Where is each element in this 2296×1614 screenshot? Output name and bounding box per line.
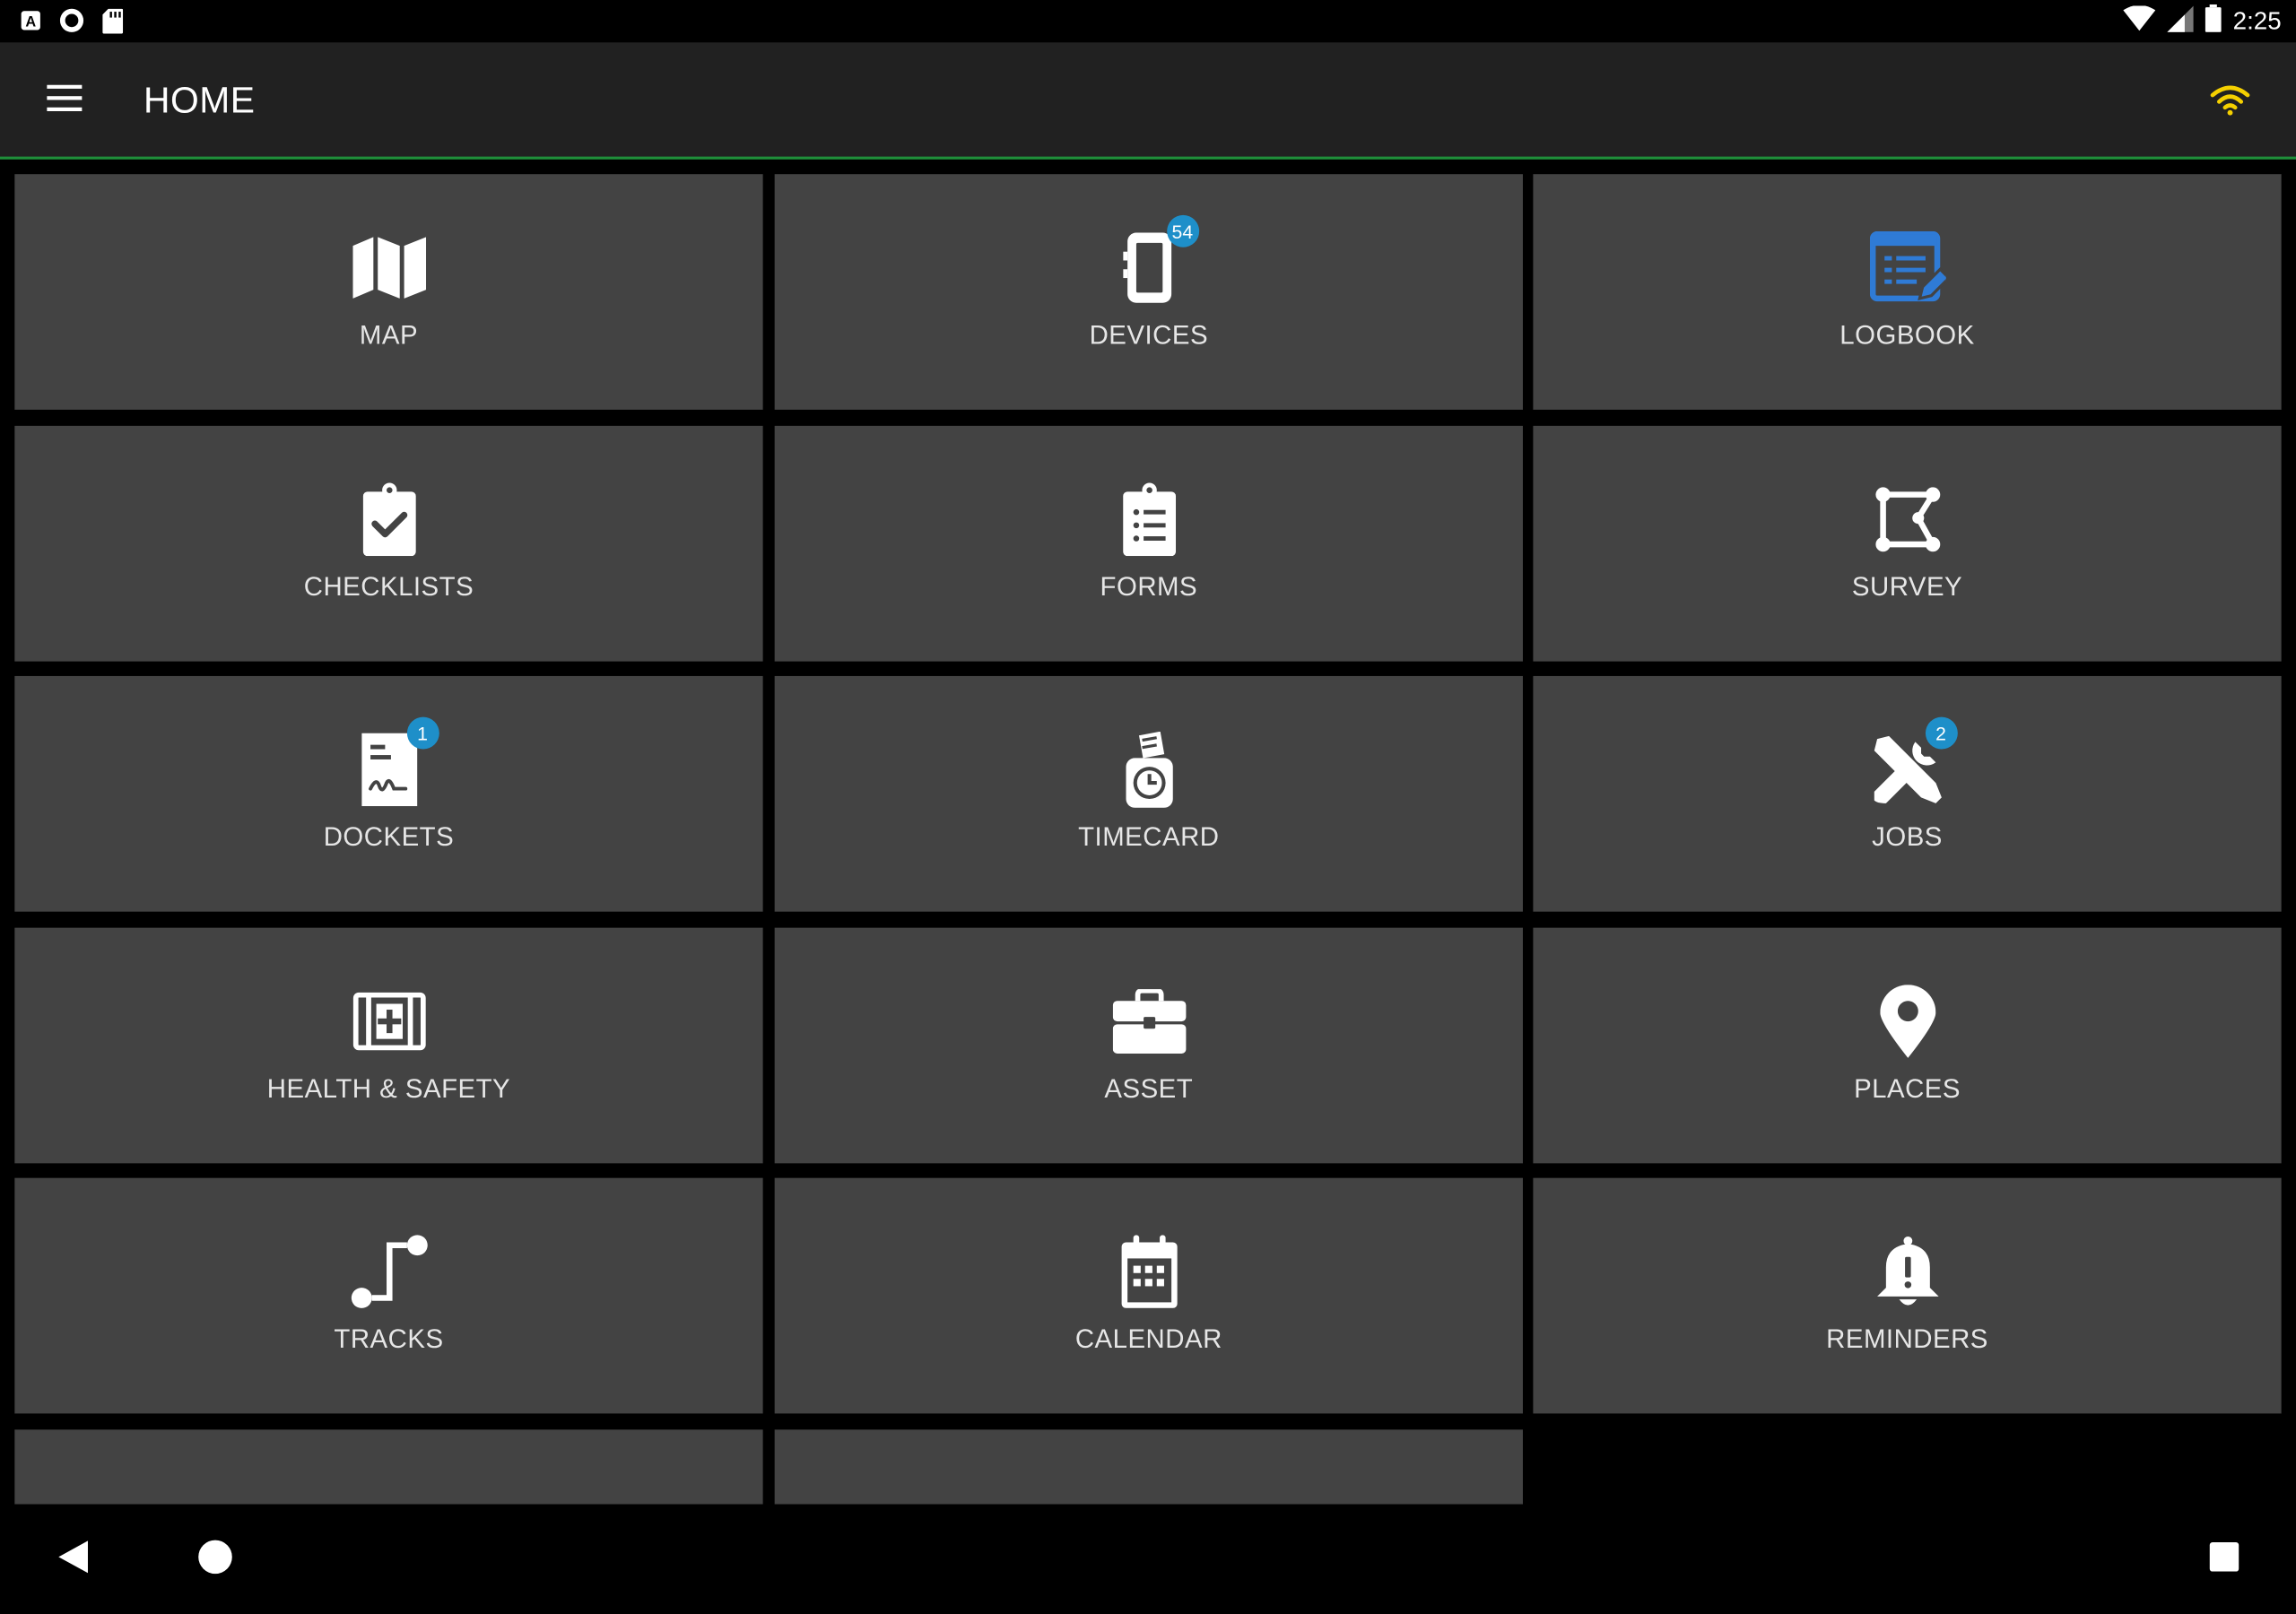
text-a-icon: A — [21, 10, 41, 38]
route-icon — [348, 1230, 430, 1312]
cell-signal-icon — [2167, 4, 2194, 39]
bell-alert-icon — [1866, 1230, 1948, 1312]
partial-icon-1 — [348, 1488, 430, 1505]
connection-status-button[interactable] — [2205, 77, 2256, 126]
tile-health-safety[interactable]: HEALTH & SAFETY — [14, 927, 763, 1164]
tile-timecard[interactable]: TIMECARD — [774, 675, 1523, 912]
tile-partial-middle[interactable] — [774, 1429, 1523, 1505]
tile-jobs[interactable]: 2 JOBS — [1533, 675, 2282, 912]
tile-label: TRACKS — [334, 1323, 444, 1354]
tile-asset[interactable]: ASSET — [774, 927, 1523, 1164]
status-time: 2:25 — [2232, 7, 2282, 36]
status-left-icons: A — [21, 7, 124, 41]
app-screen: A 2:25 HOME MAP 54 DEVICES LOGBOOK CHECK… — [0, 0, 2296, 1614]
battery-icon — [2205, 4, 2222, 39]
nav-home-button[interactable] — [192, 1537, 239, 1584]
back-triangle-icon — [57, 1539, 90, 1581]
system-nav-bar — [0, 1504, 2296, 1614]
dockets-badge: 1 — [406, 716, 439, 750]
tile-logbook[interactable]: LOGBOOK — [1533, 174, 2282, 410]
wifi-icon — [2210, 82, 2251, 122]
tile-map[interactable]: MAP — [14, 174, 763, 410]
nav-recents-button[interactable] — [2201, 1537, 2248, 1584]
nav-back-button[interactable] — [50, 1537, 97, 1584]
map-pin-icon — [1866, 980, 1948, 1062]
status-right-icons: 2:25 — [2123, 4, 2282, 39]
home-circle-icon — [197, 1539, 232, 1581]
tile-forms[interactable]: FORMS — [774, 425, 1523, 662]
tile-label: DEVICES — [1089, 320, 1209, 351]
calendar-icon — [1108, 1230, 1189, 1312]
svg-text:A: A — [25, 13, 36, 30]
devices-badge: 54 — [1166, 214, 1199, 247]
tile-checklists[interactable]: CHECKLISTS — [14, 425, 763, 662]
jobs-badge: 2 — [1925, 716, 1958, 750]
tile-places[interactable]: PLACES — [1533, 927, 2282, 1164]
app-bar: HOME — [0, 42, 2296, 160]
tile-label: SURVEY — [1851, 572, 1963, 602]
logbook-icon — [1866, 227, 1948, 308]
tile-label: LOGBOOK — [1839, 320, 1975, 351]
hamburger-menu-icon — [47, 83, 83, 118]
tile-label: CHECKLISTS — [303, 572, 474, 602]
tile-devices[interactable]: 54 DEVICES — [774, 174, 1523, 410]
tile-label: HEALTH & SAFETY — [266, 1073, 511, 1104]
docket-signature-icon: 1 — [348, 716, 439, 811]
menu-button[interactable] — [35, 72, 93, 130]
circle-record-icon — [58, 7, 84, 41]
device-icon: 54 — [1108, 214, 1199, 308]
recents-square-icon — [2209, 1541, 2239, 1578]
tile-label: TIMECARD — [1078, 822, 1220, 852]
clipboard-list-icon — [1108, 479, 1189, 560]
partial-icon-2 — [1108, 1485, 1189, 1504]
tile-label: CALENDAR — [1074, 1323, 1222, 1354]
tools-icon: 2 — [1866, 716, 1958, 811]
clipboard-check-icon — [348, 479, 430, 560]
briefcase-icon — [1108, 980, 1189, 1062]
map-icon — [348, 227, 430, 308]
tile-label: MAP — [359, 320, 419, 351]
tile-label: DOCKETS — [323, 822, 455, 852]
tile-label: REMINDERS — [1826, 1323, 1988, 1354]
tile-label: FORMS — [1100, 572, 1198, 602]
page-title: HOME — [143, 80, 256, 122]
tile-dockets[interactable]: 1 DOCKETS — [14, 675, 763, 912]
tile-label: ASSET — [1104, 1073, 1194, 1104]
first-aid-icon — [348, 980, 430, 1062]
tile-partial-left[interactable] — [14, 1429, 763, 1505]
status-bar: A 2:25 — [0, 0, 2296, 43]
polygon-icon — [1866, 479, 1948, 560]
sd-card-icon — [102, 7, 124, 40]
wifi-signal-icon — [2123, 4, 2156, 39]
tile-reminders[interactable]: REMINDERS — [1533, 1177, 2282, 1414]
tile-tracks[interactable]: TRACKS — [14, 1177, 763, 1414]
tile-label: PLACES — [1854, 1073, 1961, 1104]
home-grid[interactable]: MAP 54 DEVICES LOGBOOK CHECKLISTS FORMS … — [0, 159, 2296, 1505]
tile-calendar[interactable]: CALENDAR — [774, 1177, 1523, 1414]
tile-label: JOBS — [1872, 822, 1943, 852]
tile-survey[interactable]: SURVEY — [1533, 425, 2282, 662]
timecard-clock-icon — [1108, 729, 1189, 811]
